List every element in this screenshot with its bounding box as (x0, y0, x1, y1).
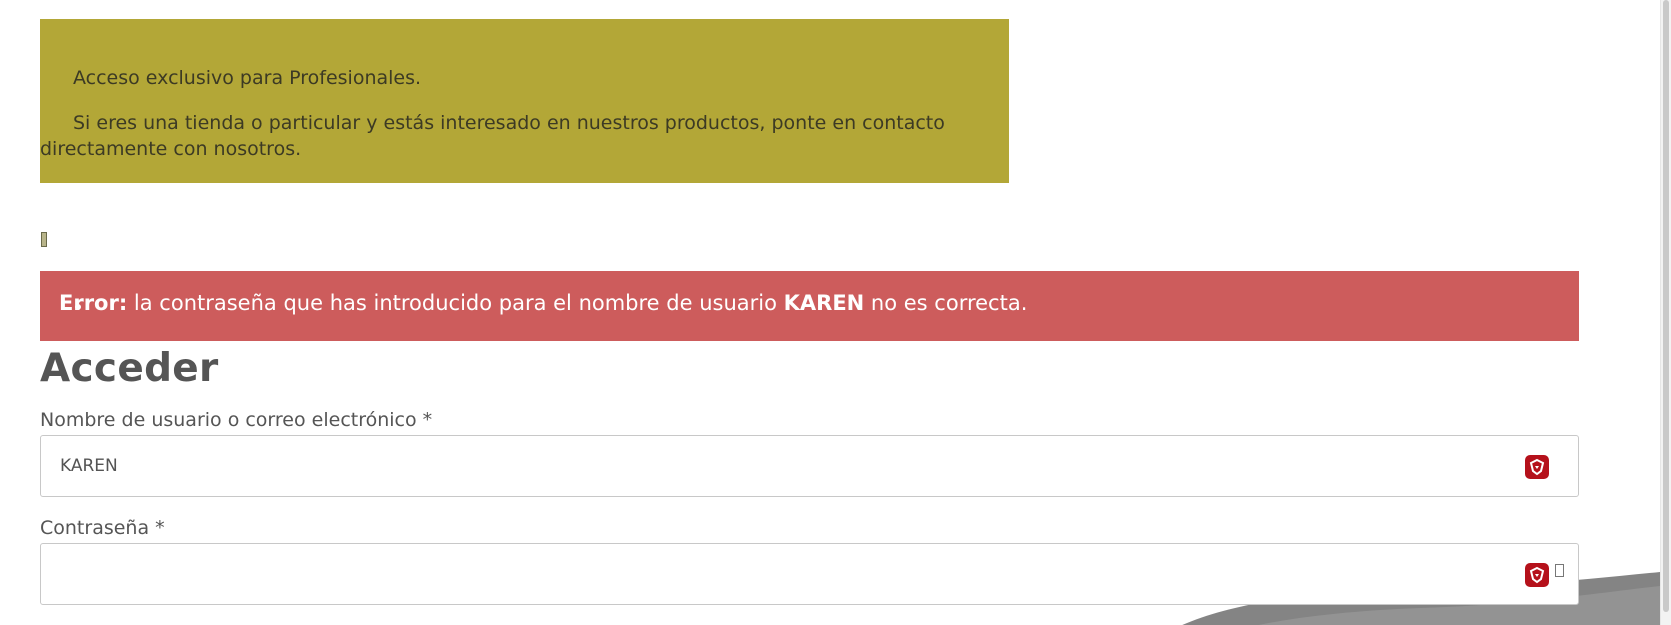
error-banner: Error: la contraseña que has introducido… (40, 271, 1579, 341)
password-manager-icon[interactable] (1525, 563, 1549, 587)
error-message: Error: la contraseña que has introducido… (59, 291, 1027, 315)
scrollbar-thumb[interactable] (1663, 0, 1669, 612)
password-label: Contraseña * (40, 517, 165, 539)
error-text-end: no es correcta. (864, 291, 1028, 315)
password-field[interactable] (40, 543, 1579, 605)
broken-image-icon (41, 232, 47, 247)
notice-line-2: Si eres una tienda o particular y estás … (40, 112, 945, 160)
professional-notice: Acceso exclusivo para Profesionales. Si … (40, 19, 1009, 183)
page: Acceso exclusivo para Profesionales. Si … (0, 0, 1671, 625)
error-text: la contraseña que has introducido para e… (127, 291, 784, 315)
notice-line-1: Acceso exclusivo para Profesionales. (73, 67, 422, 89)
username-label: Nombre de usuario o correo electrónico * (40, 409, 433, 431)
login-heading: Acceder (40, 346, 219, 391)
username-field[interactable] (40, 435, 1579, 497)
username-input[interactable] (60, 452, 1500, 480)
password-input[interactable] (60, 560, 1500, 588)
scrollbar[interactable] (1660, 0, 1671, 625)
password-manager-icon[interactable] (1525, 455, 1549, 479)
show-password-icon[interactable] (1555, 564, 1564, 577)
error-prefix: Error: (59, 291, 128, 315)
error-username: KAREN (783, 291, 865, 315)
